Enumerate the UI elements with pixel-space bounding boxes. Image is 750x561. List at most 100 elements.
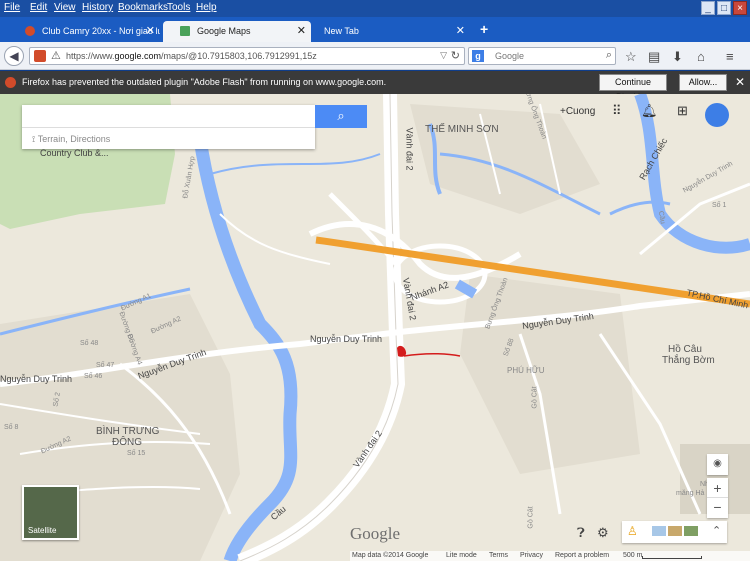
plugin-notification-bar: Firefox has prevented the outdated plugi… [0,71,750,102]
map-search-input[interactable] [22,105,315,128]
map-label-street: Số 48 [80,340,99,347]
map-search-button[interactable]: ⌕ [315,105,367,128]
continue-blocking-button[interactable]: Continue Blocking [599,74,667,102]
notification-text: Firefox has prevented the outdated plugi… [22,77,387,87]
tab-google-maps[interactable]: Google Maps ✕ [163,21,311,42]
google-logo: Google [350,524,401,543]
map-footer: Map data ©2014 Google Lite mode Terms Pr… [350,551,750,561]
minimize-button[interactable]: _ [701,1,715,15]
home-icon[interactable]: ⌂ [697,49,705,64]
imagery-thumb[interactable] [652,526,666,536]
notifications-bell-icon[interactable]: 🔔︎ [641,103,658,119]
zoom-in-button[interactable]: + [707,478,728,498]
street-view-panel: ♙ ⌃ [622,521,727,543]
tab-new-tab[interactable]: New Tab ✕ [312,21,470,42]
tab-bar: Club Camry 20xx - Nơi giao lư... ✕ Googl… [0,17,750,42]
tab-label: Google Maps [197,26,251,36]
map-label-street: Số 15 [127,450,146,457]
report-problem-link[interactable]: Report a problem [555,552,609,559]
terms-link[interactable]: Terms [489,552,508,559]
map-label-street: Số 46 [84,373,103,380]
maximize-button[interactable]: □ [717,1,731,15]
url-bar[interactable]: ⚠ https://www.google.com/maps/@10.791580… [29,47,465,65]
map-label-road: Nguyễn Duy Trinh [0,374,73,384]
user-name-link[interactable]: +Cuong [560,106,595,117]
map-label-area: ĐÔNG [112,437,142,448]
map-label-poi: Hồ Câu [668,344,702,355]
menu-edit[interactable]: Edit [30,2,47,13]
browser-search-box[interactable]: g Google ⌕ [468,47,616,65]
window-controls: _ □ × [701,1,747,15]
imagery-thumb[interactable] [684,526,698,536]
tab-close-icon[interactable]: ✕ [297,24,306,37]
map-label-street: Gò Cát [527,506,535,529]
search-icon: ⌕ [337,108,345,123]
map-label-poi: Thắng Bờm [662,355,715,366]
map-label-area: PHÚ HỮU [507,366,545,375]
menu-hamburger-icon[interactable]: ≡ [726,49,734,64]
map-label-street: Số 47 [96,362,115,369]
new-tab-plus-icon[interactable]: + [480,21,488,37]
reading-list-icon[interactable]: ▤ [648,49,660,65]
download-icon[interactable]: ⬇ [672,49,683,65]
navigation-bar: ◀ ⚠ https://www.google.com/maps/@10.7915… [0,42,750,70]
menu-view[interactable]: View [54,2,76,13]
map-data-attribution: Map data ©2014 Google [352,552,429,559]
privacy-link[interactable]: Privacy [520,552,543,559]
google-engine-icon[interactable]: g [472,50,484,62]
tab-label: Club Camry 20xx - Nơi giao lư... [42,26,160,36]
share-plus-icon[interactable]: ⊞ [677,103,688,119]
map-label-street: Gò Cát [531,386,539,409]
url-text: https://www.google.com/maps/@10.7915803,… [66,51,317,61]
tab-close-icon[interactable]: ✕ [146,24,155,37]
map-label-road: Vành đai 2 [404,127,415,171]
terrain-directions-link[interactable]: ⟟ Terrain, Directions [32,134,110,145]
warning-triangle-icon[interactable]: ⚠ [51,49,61,62]
map-label-street: Số 8 [4,424,19,431]
satellite-label: Satellite [28,526,57,535]
expand-chevron-up-icon[interactable]: ⌃ [712,524,721,537]
scale-bar [642,556,702,559]
tab-label: New Tab [324,26,359,36]
imagery-thumb[interactable] [668,526,682,536]
satellite-toggle[interactable]: Satellite [22,485,79,540]
lite-mode-link[interactable]: Lite mode [446,552,477,559]
pegman-icon[interactable]: ♙ [627,524,638,538]
apps-grid-icon[interactable]: ⠿ [612,103,622,119]
menu-file[interactable]: File [4,2,20,13]
avatar[interactable] [705,103,729,127]
map-search-panel: ⟟ Terrain, Directions [22,105,315,149]
help-icon[interactable]: ❓︎ [577,525,585,541]
search-placeholder: Google [495,51,525,61]
plugin-blocked-icon [5,77,16,88]
map-base-layer [0,94,750,561]
tab-close-icon[interactable]: ✕ [456,24,465,37]
map-label-area: BÌNH TRƯNG [96,426,160,437]
map-label-street: Số 1 [712,202,727,209]
menu-bar: File Edit View History Bookmarks Tools H… [0,0,750,17]
settings-gear-icon[interactable]: ⚙ [597,525,609,541]
allow-button[interactable]: Allow... [679,74,727,91]
menu-history[interactable]: History [82,2,113,13]
menu-tools[interactable]: Tools [167,2,190,13]
close-notification-icon[interactable]: ✕ [735,75,745,89]
menu-bookmarks[interactable]: Bookmarks [118,2,168,13]
bookmark-star-icon[interactable]: ☆ [625,49,637,65]
back-arrow-icon[interactable]: ◀ [4,46,24,66]
zoom-out-button[interactable]: − [707,498,728,518]
map-label-poi: măng Hả [676,490,705,497]
close-window-button[interactable]: × [733,1,747,15]
map-canvas[interactable]: THẾ MINH SƠN Country Club &... Vành đai … [0,94,750,561]
scale-label: 500 m [623,552,643,559]
menu-help[interactable]: Help [196,2,217,13]
map-label-road: Nguyễn Duy Trinh [310,334,383,344]
plugin-warning-icon[interactable] [34,50,46,62]
map-label-place: Country Club &... [40,148,109,158]
magnifier-icon[interactable]: ⌕ [606,49,612,62]
url-dropdown-icon[interactable]: ▽ [440,50,447,61]
tab-club-camry[interactable]: Club Camry 20xx - Nơi giao lư... ✕ [8,21,160,42]
my-location-icon[interactable]: ◉ [707,454,728,475]
site-favicon-icon [25,26,35,36]
maps-favicon-icon [180,26,190,36]
reload-icon[interactable]: ↻ [451,49,460,62]
